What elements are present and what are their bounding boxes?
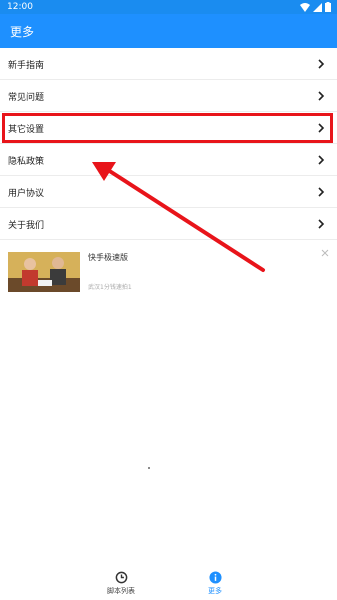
ad-thumbnail-image [8, 252, 80, 292]
menu-item-user-agreement[interactable]: 用户协议 [0, 176, 337, 208]
status-bar: 12:00 [0, 0, 337, 14]
battery-icon [325, 2, 331, 12]
menu-item-label: 常见问题 [8, 93, 45, 103]
ad-thumbnail[interactable] [8, 252, 80, 292]
status-icons [300, 2, 331, 12]
chevron-right-icon [318, 59, 325, 69]
ad-banner[interactable]: 快手极速版 武汉1分钱速拍1 [0, 244, 337, 300]
menu-item-about-us[interactable]: 关于我们 [0, 208, 337, 240]
menu-item-beginner-guide[interactable]: 新手指南 [0, 48, 337, 80]
menu-item-label: 新手指南 [8, 61, 45, 71]
bottom-nav: 脚本列表 更多 [0, 566, 337, 600]
info-icon [208, 571, 222, 584]
settings-menu: 新手指南 常见问题 其它设置 隐私政策 用户协议 关于我们 [0, 48, 337, 240]
ad-description: 武汉1分钱速拍1 [88, 284, 132, 291]
close-icon[interactable] [321, 249, 329, 257]
wifi-icon [300, 2, 310, 12]
menu-item-privacy-policy[interactable]: 隐私政策 [0, 144, 337, 176]
tab-label: 脚本列表 [107, 587, 135, 595]
clock-icon [115, 571, 127, 584]
status-time: 12:00 [7, 2, 33, 12]
menu-item-faq[interactable]: 常见问题 [0, 80, 337, 112]
page-title: 更多 [10, 25, 35, 39]
chevron-right-icon [318, 91, 325, 101]
tab-more[interactable]: 更多 [185, 571, 245, 596]
tab-label: 更多 [208, 587, 222, 595]
menu-item-label: 关于我们 [8, 221, 45, 231]
app-bar: 更多 [0, 14, 337, 48]
chevron-right-icon [318, 219, 325, 229]
chevron-right-icon [318, 155, 325, 165]
loading-dot [148, 467, 150, 469]
menu-item-label: 用户协议 [8, 189, 45, 199]
chevron-right-icon [318, 187, 325, 197]
ad-title: 快手极速版 [88, 253, 128, 262]
menu-item-label: 隐私政策 [8, 157, 45, 167]
highlight-box [2, 113, 333, 143]
signal-icon [313, 2, 322, 12]
tab-script-list[interactable]: 脚本列表 [91, 571, 151, 596]
